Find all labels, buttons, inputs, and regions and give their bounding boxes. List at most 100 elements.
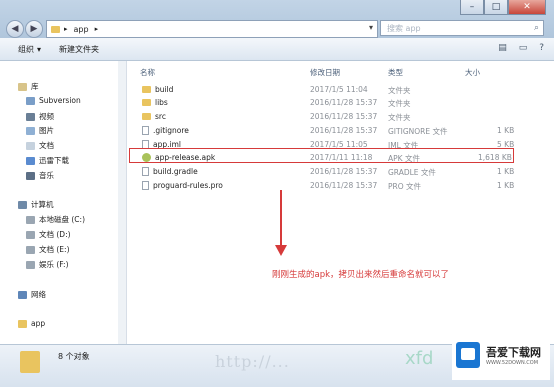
minimize-button[interactable]: – (460, 0, 484, 15)
sidebar-item-label: 视频 (39, 112, 54, 121)
logo-subtitle: WWW.52DOWN.COM (486, 360, 539, 366)
sidebar-item-pictures[interactable]: 图片 (26, 125, 54, 136)
table-row[interactable]: build 2017/1/5 11:04 文件夹 (137, 85, 537, 98)
search-placeholder: 搜索 app (387, 23, 421, 33)
new-folder-button[interactable]: 新建文件夹 (59, 44, 99, 55)
search-input[interactable]: 搜索 app ⌕ (380, 20, 544, 36)
folder-icon (20, 351, 40, 373)
sidebar-item-current-app[interactable]: app (18, 319, 45, 328)
drive-icon (26, 230, 35, 239)
column-header-size[interactable]: 大小 (465, 67, 480, 78)
file-icon (142, 181, 149, 190)
chevron-right-icon: ▸ (94, 25, 99, 33)
folder-icon (142, 113, 151, 120)
sidebar-item-network[interactable]: 网络 (18, 289, 46, 300)
sidebar-item-videos[interactable]: 视频 (26, 111, 54, 122)
watermark-brand: xfd (405, 348, 434, 369)
sidebar-item-drive-d[interactable]: 文档 (D:) (26, 229, 71, 240)
sidebar-item-drive-e[interactable]: 文档 (E:) (26, 244, 70, 255)
table-row[interactable]: src 2016/11/28 15:37 文件夹 (137, 112, 537, 125)
table-row[interactable]: proguard-rules.pro 2016/11/28 15:37 PRO … (137, 181, 537, 194)
sidebar-item-label: 本地磁盘 (C:) (39, 215, 85, 224)
network-icon (18, 290, 27, 299)
column-header-type[interactable]: 类型 (388, 67, 403, 78)
file-icon (142, 126, 149, 135)
file-type: PRO 文件 (388, 182, 422, 191)
arrow-down-icon (275, 245, 287, 256)
sidebar-item-label: 库 (31, 82, 39, 91)
file-size: 1 KB (497, 126, 515, 135)
file-name: src (155, 112, 166, 121)
sidebar-item-label: 文档 (D:) (39, 230, 71, 239)
sidebar-item-computer[interactable]: 计算机 (18, 199, 54, 210)
breadcrumb[interactable]: app (74, 25, 89, 34)
preview-pane-icon[interactable]: ▭ (519, 43, 528, 53)
folder-icon (142, 99, 151, 106)
drive-icon (26, 245, 35, 254)
file-size: 1 KB (497, 181, 515, 190)
folder-icon (142, 86, 151, 93)
folder-icon (51, 25, 60, 33)
command-bar: 组织 ▾ 新建文件夹 ▤ ▭ ? (0, 38, 554, 61)
column-header-date[interactable]: 修改日期 (310, 67, 340, 78)
file-date: 2016/11/28 15:37 (310, 98, 378, 107)
sidebar-item-label: 文档 (39, 141, 54, 150)
column-header-name[interactable]: 名称 (140, 67, 155, 78)
address-bar[interactable]: ▸ app ▸ ▾ (46, 20, 378, 38)
back-button[interactable]: ◀ (6, 20, 24, 38)
forward-button[interactable]: ▶ (25, 20, 43, 38)
sidebar-item-thunder[interactable]: 迅雷下载 (26, 155, 69, 166)
table-row[interactable]: .gitignore 2016/11/28 15:37 GITIGNORE 文件… (137, 126, 537, 139)
annotation-text: 刚刚生成的apk，拷贝出来然后重命名就可以了 (272, 270, 450, 280)
organize-label: 组织 (18, 44, 34, 54)
sidebar-scrollbar[interactable] (118, 61, 126, 344)
sidebar-item-label: 娱乐 (F:) (39, 260, 69, 269)
file-type: 文件夹 (388, 99, 411, 108)
site-logo: 吾爱下载网 WWW.52DOWN.COM (452, 336, 550, 380)
file-date: 2017/1/5 11:04 (310, 85, 368, 94)
drive-icon (26, 215, 35, 224)
library-icon (18, 82, 27, 91)
file-type: 文件夹 (388, 113, 411, 122)
file-list: 名称 修改日期 类型 大小 build 2017/1/5 11:04 文件夹 l… (127, 61, 554, 344)
subversion-icon (26, 96, 35, 105)
sidebar-item-subversion[interactable]: Subversion (26, 96, 81, 105)
sidebar-item-label: 迅雷下载 (39, 156, 69, 165)
logo-title: 吾爱下载网 (486, 346, 541, 359)
search-icon[interactable]: ⌕ (534, 23, 539, 33)
watermark-url: http://... (215, 352, 290, 371)
item-count: 8 个对象 (58, 352, 90, 361)
logo-icon (456, 342, 480, 368)
annotation-arrow (280, 190, 282, 250)
close-button[interactable]: ✕ (508, 0, 546, 15)
organize-button[interactable]: 组织 ▾ (18, 44, 41, 55)
download-icon (26, 156, 35, 165)
file-date: 2016/11/28 15:37 (310, 181, 378, 190)
sidebar-item-label: app (31, 319, 46, 328)
sidebar-item-label: 网络 (31, 290, 46, 299)
picture-icon (26, 126, 35, 135)
view-icon[interactable]: ▤ (498, 43, 507, 53)
chevron-down-icon: ▾ (37, 44, 42, 54)
sidebar-item-label: 计算机 (31, 200, 54, 209)
computer-icon (18, 200, 27, 209)
sidebar-item-drive-f[interactable]: 娱乐 (F:) (26, 259, 69, 270)
chevron-down-icon[interactable]: ▾ (369, 23, 373, 32)
file-type: 文件夹 (388, 86, 411, 95)
drive-icon (26, 260, 35, 269)
file-name: .gitignore (153, 126, 189, 135)
sidebar-item-library[interactable]: 库 (18, 81, 39, 92)
maximize-button[interactable]: □ (484, 0, 508, 15)
help-icon[interactable]: ? (539, 43, 544, 53)
music-icon (26, 171, 35, 180)
file-name: build (155, 85, 174, 94)
folder-icon (18, 319, 27, 328)
sidebar-item-music[interactable]: 音乐 (26, 170, 54, 181)
table-row[interactable]: libs 2016/11/28 15:37 文件夹 (137, 98, 537, 111)
sidebar-item-drive-c[interactable]: 本地磁盘 (C:) (26, 214, 85, 225)
explorer-window: – □ ✕ ◀ ▶ ▸ app ▸ ▾ 搜索 app ⌕ 组织 ▾ 新建文件夹 … (0, 0, 554, 387)
table-row[interactable]: build.gradle 2016/11/28 15:37 GRADLE 文件 … (137, 167, 537, 180)
document-icon (26, 141, 35, 150)
title-bar: – □ ✕ ◀ ▶ ▸ app ▸ ▾ 搜索 app ⌕ (0, 0, 554, 38)
sidebar-item-documents[interactable]: 文档 (26, 140, 54, 151)
